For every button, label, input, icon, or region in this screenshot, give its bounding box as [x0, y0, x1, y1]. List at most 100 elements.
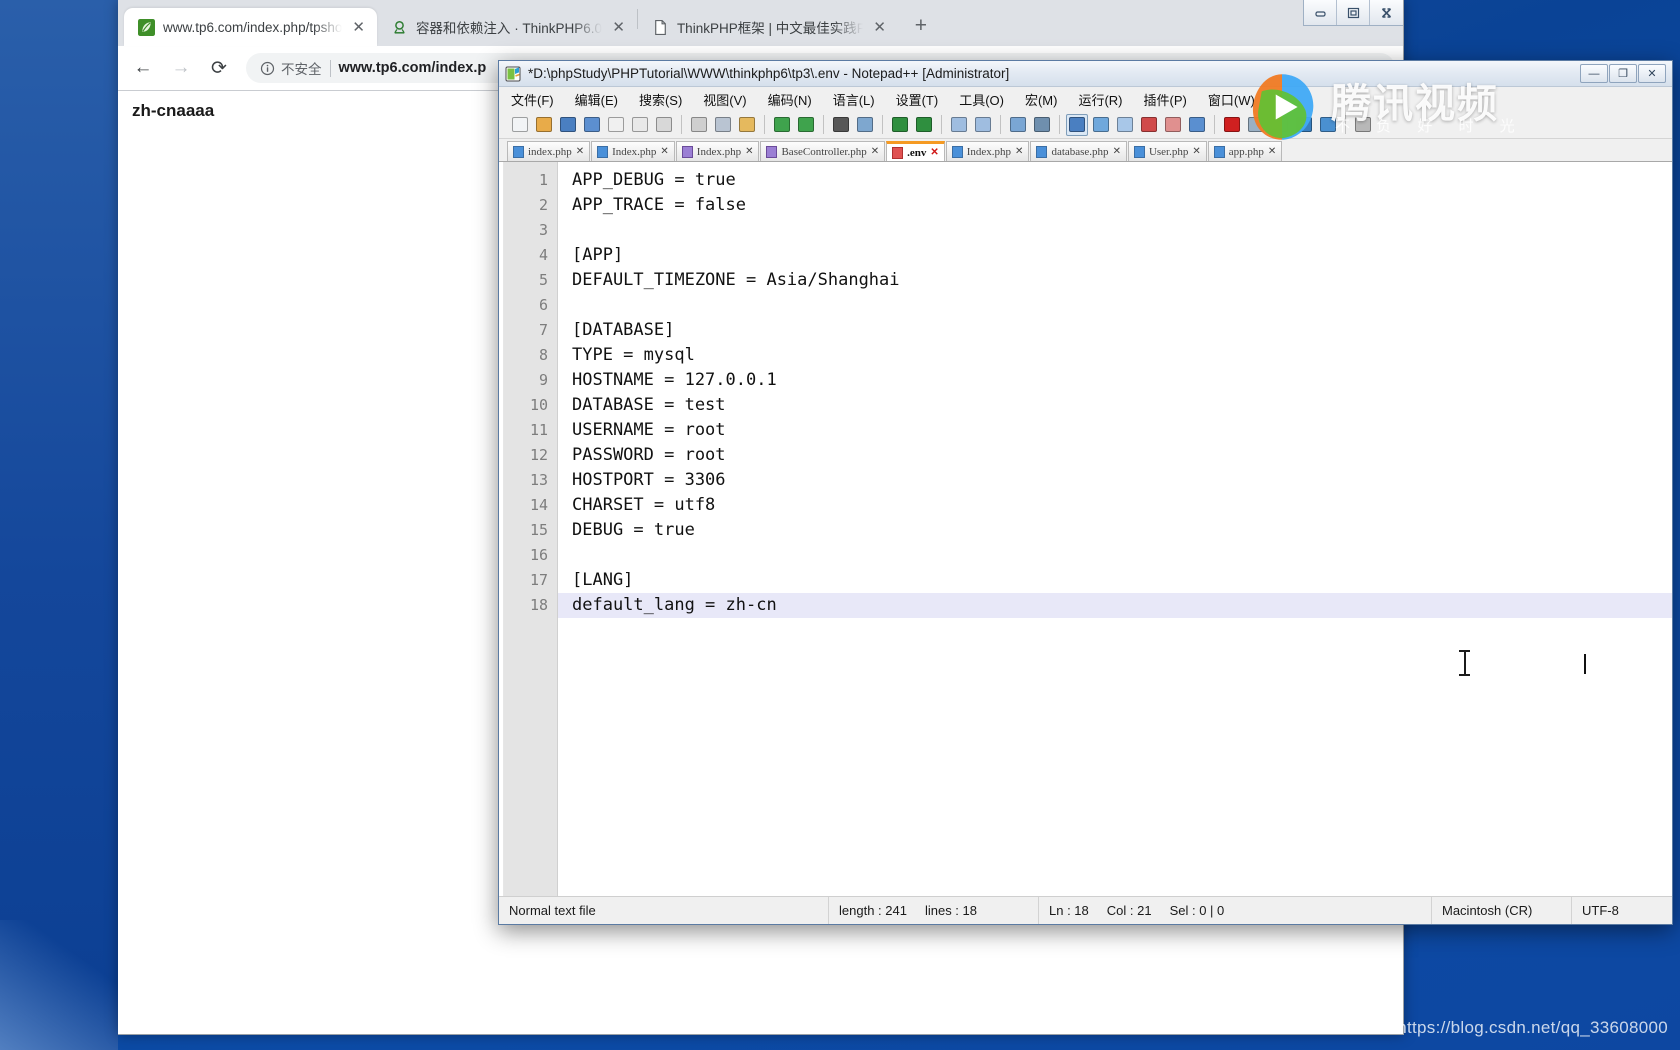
document-tab-close-icon[interactable]: ✕	[1015, 146, 1023, 157]
reload-button[interactable]: ⟳	[202, 51, 236, 85]
tab-close-icon[interactable]: ✕	[610, 20, 627, 35]
browser-tab-1[interactable]: www.tp6.com/index.php/tpsho ✕	[124, 8, 377, 46]
browser-tab-2[interactable]: 容器和依赖注入 · ThinkPHP6.0完 ✕	[377, 8, 637, 46]
notepadpp-editor[interactable]: 1 2 3 4 5 6 7 8 9 10 11 12 13 14 15 16 17 18 APP_DEBUG = …	[499, 161, 1672, 896]
close-file-icon[interactable]	[605, 114, 627, 136]
word-wrap-icon[interactable]	[1007, 114, 1029, 136]
record-macro-icon[interactable]	[1221, 114, 1243, 136]
code-line[interactable]: [DATABASE]	[558, 318, 1672, 343]
security-chip[interactable]: 不安全	[260, 58, 322, 78]
tab-close-icon[interactable]: ✕	[871, 20, 888, 35]
code-line[interactable]: APP_TRACE = false	[558, 193, 1672, 218]
code-line[interactable]: DEBUG = true	[558, 518, 1672, 543]
copy-icon[interactable]	[712, 114, 734, 136]
document-tab-8[interactable]: User.php ✕	[1127, 141, 1207, 161]
menu-macro[interactable]: 宏(M)	[1023, 89, 1060, 110]
menu-tools[interactable]: 工具(O)	[957, 89, 1006, 110]
find-icon[interactable]	[830, 114, 852, 136]
npp-close-button[interactable]: ✕	[1638, 64, 1666, 83]
udl-dialog-icon[interactable]	[1090, 114, 1112, 136]
code-text-area[interactable]: APP_DEBUG = true APP_TRACE = false [APP] DE…	[558, 162, 1672, 896]
code-line[interactable]: USERNAME = root	[558, 418, 1672, 443]
menu-help[interactable]: ?	[1274, 91, 1285, 108]
npp-maximize-button[interactable]: ❐	[1609, 64, 1637, 83]
code-line[interactable]: DEFAULT_TIMEZONE = Asia/Shanghai	[558, 268, 1672, 293]
document-tab-4[interactable]: BaseController.php ✕	[760, 141, 886, 161]
menu-settings[interactable]: 设置(T)	[894, 89, 941, 110]
redo-icon[interactable]	[795, 114, 817, 136]
document-tab-close-icon[interactable]: ✕	[1268, 146, 1276, 157]
code-line[interactable]: TYPE = mysql	[558, 343, 1672, 368]
back-button[interactable]: ←	[126, 51, 160, 85]
document-tab-close-icon[interactable]: ✕	[660, 146, 668, 157]
close-all-icon[interactable]	[629, 114, 651, 136]
document-tab-close-icon[interactable]: ✕	[930, 147, 938, 158]
indent-guide-icon[interactable]	[1066, 113, 1088, 136]
document-tab-close-icon[interactable]: ✕	[1113, 146, 1121, 157]
playback-icon[interactable]	[1293, 114, 1315, 136]
menu-window[interactable]: 窗口(W)	[1206, 89, 1257, 110]
npp-minimize-button[interactable]: —	[1580, 64, 1608, 83]
document-tab-2[interactable]: Index.php ✕	[591, 141, 675, 161]
print-icon[interactable]	[653, 114, 675, 136]
code-line[interactable]: APP_DEBUG = true	[558, 168, 1672, 193]
menu-edit[interactable]: 编辑(E)	[573, 89, 620, 110]
save-macro-icon[interactable]	[1269, 114, 1291, 136]
zoom-out-icon[interactable]	[913, 114, 935, 136]
monitoring-icon[interactable]	[1186, 114, 1208, 136]
open-file-icon[interactable]	[533, 114, 555, 136]
cut-icon[interactable]	[688, 114, 710, 136]
code-line[interactable]: HOSTNAME = 127.0.0.1	[558, 368, 1672, 393]
maximize-button[interactable]	[1337, 0, 1370, 25]
menu-language[interactable]: 语言(L)	[831, 89, 877, 110]
code-line[interactable]: CHARSET = utf8	[558, 493, 1672, 518]
document-tab-close-icon[interactable]: ✕	[871, 146, 879, 157]
document-tab-3[interactable]: Index.php ✕	[675, 141, 760, 161]
doc-map-icon[interactable]	[1114, 114, 1136, 136]
code-line[interactable]: DATABASE = test	[558, 393, 1672, 418]
document-tab-5[interactable]: .env ✕	[886, 141, 945, 161]
function-list-icon[interactable]	[1138, 114, 1160, 136]
new-file-icon[interactable]	[509, 114, 531, 136]
document-tab-7[interactable]: database.php ✕	[1030, 141, 1127, 161]
paste-icon[interactable]	[736, 114, 758, 136]
new-tab-button[interactable]: +	[906, 11, 936, 41]
undo-icon[interactable]	[771, 114, 793, 136]
window-list-icon[interactable]	[1352, 114, 1374, 136]
folder-workspace-icon[interactable]	[1162, 114, 1184, 136]
code-line[interactable]	[558, 293, 1672, 318]
show-all-chars-icon[interactable]	[1031, 114, 1053, 136]
menu-run[interactable]: 运行(R)	[1076, 89, 1124, 110]
code-line[interactable]: [APP]	[558, 243, 1672, 268]
document-tab-close-icon[interactable]: ✕	[576, 146, 584, 157]
sync-horizontal-icon[interactable]	[972, 114, 994, 136]
menu-search[interactable]: 搜索(S)	[637, 89, 684, 110]
document-tab-close-icon[interactable]: ✕	[1192, 146, 1200, 157]
stop-macro-icon[interactable]	[1245, 114, 1267, 136]
close-button[interactable]	[1370, 0, 1403, 25]
tab-close-icon[interactable]: ✕	[350, 20, 367, 35]
forward-button[interactable]: →	[164, 51, 198, 85]
document-tab-6[interactable]: Index.php ✕	[945, 141, 1030, 161]
menu-file[interactable]: 文件(F)	[509, 89, 556, 110]
code-line[interactable]	[558, 543, 1672, 568]
menu-encoding[interactable]: 编码(N)	[766, 89, 814, 110]
document-tab-9[interactable]: app.php ✕	[1207, 141, 1283, 161]
code-line[interactable]: default_lang = zh-cn	[558, 593, 1672, 618]
zoom-in-icon[interactable]	[889, 114, 911, 136]
save-all-icon[interactable]	[581, 114, 603, 136]
browser-tab-3[interactable]: ThinkPHP框架 | 中文最佳实践PH ✕	[638, 8, 898, 46]
save-icon[interactable]	[557, 114, 579, 136]
document-tab-close-icon[interactable]: ✕	[745, 146, 753, 157]
code-line[interactable]	[558, 218, 1672, 243]
sync-vertical-icon[interactable]	[948, 114, 970, 136]
code-line[interactable]: [LANG]	[558, 568, 1672, 593]
menu-plugins[interactable]: 插件(P)	[1142, 89, 1189, 110]
code-line[interactable]: PASSWORD = root	[558, 443, 1672, 468]
run-macro-multiple-icon[interactable]	[1317, 114, 1339, 136]
minimize-button[interactable]	[1304, 0, 1337, 25]
document-tab-1[interactable]: index.php ✕	[507, 141, 591, 161]
menu-view[interactable]: 视图(V)	[701, 89, 748, 110]
replace-icon[interactable]	[854, 114, 876, 136]
code-line[interactable]: HOSTPORT = 3306	[558, 468, 1672, 493]
